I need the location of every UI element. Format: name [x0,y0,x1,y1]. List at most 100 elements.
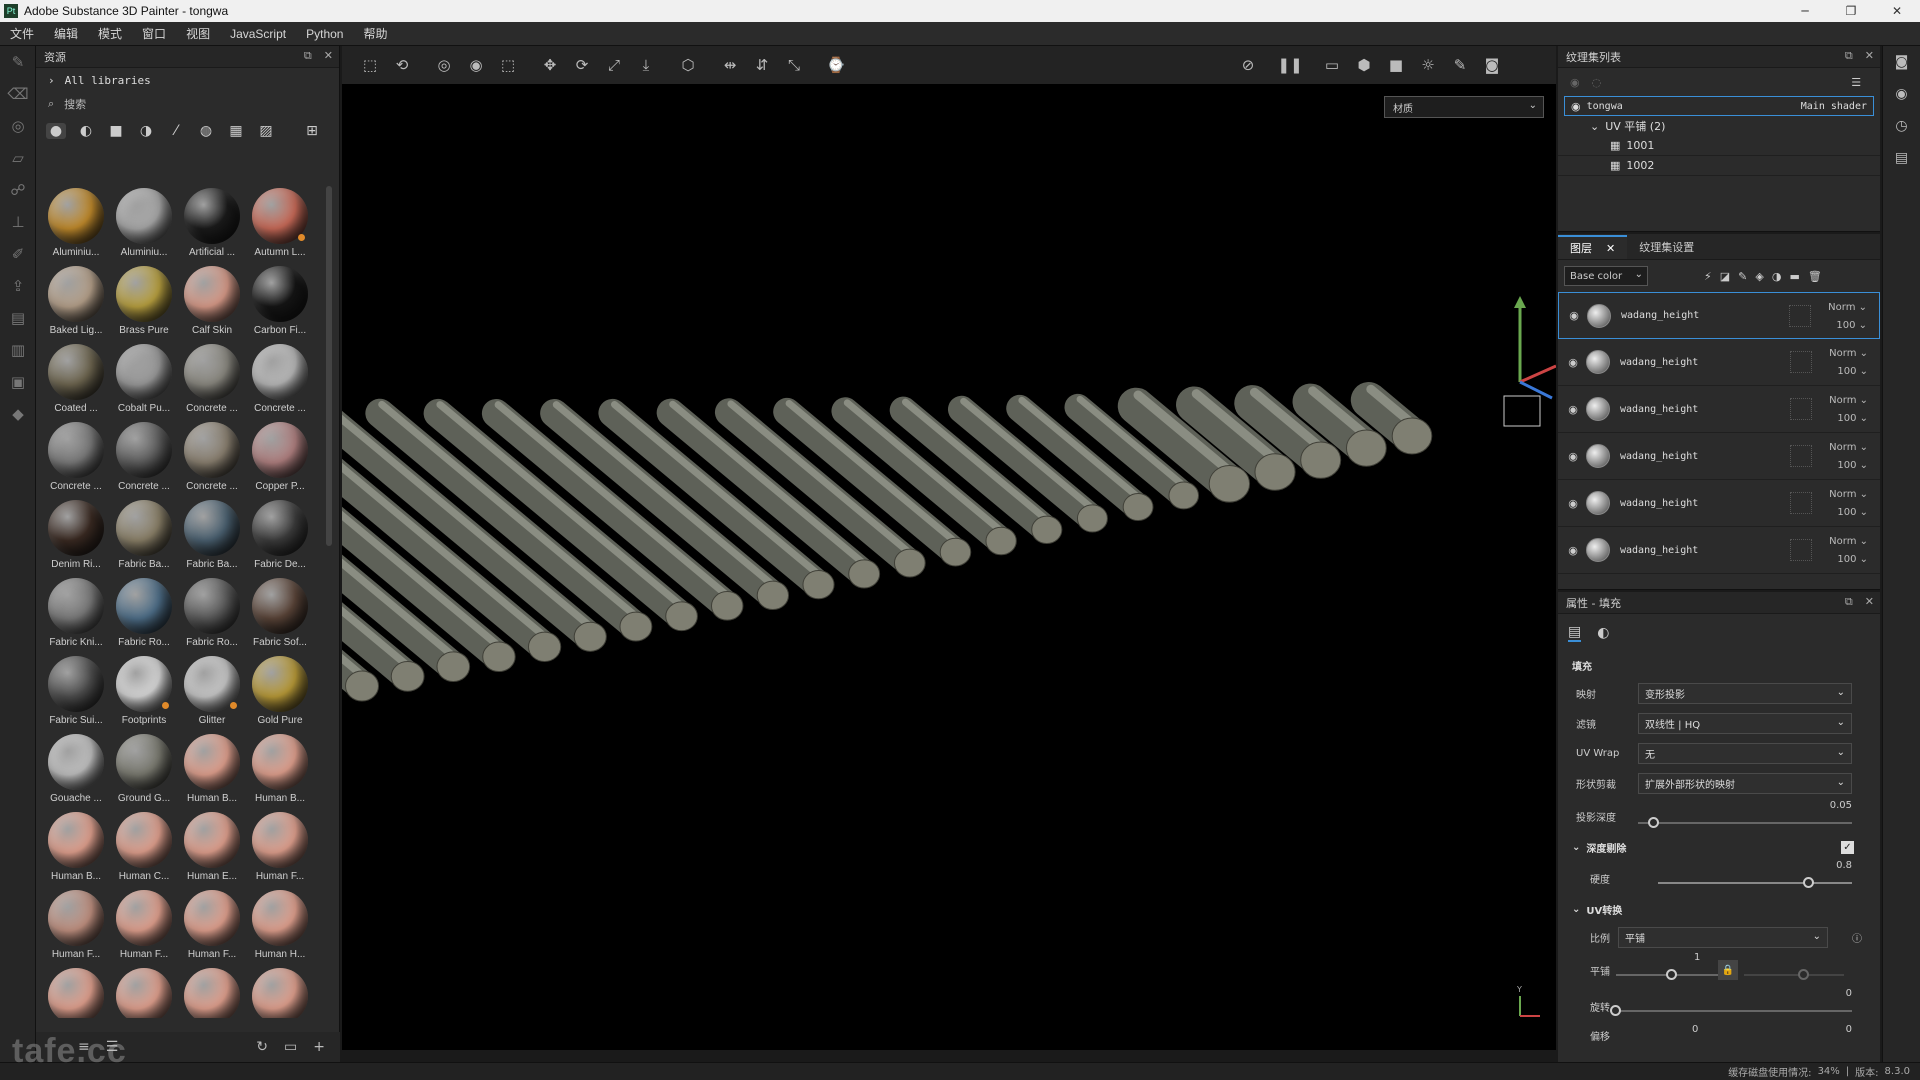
asset-tile[interactable]: Human H... [246,886,314,964]
occlusion-checkbox[interactable]: ✓ [1841,840,1854,854]
assets-shelf-icon[interactable]: ⇪ [0,270,36,302]
visibility-all-icon[interactable]: ◉ [1570,76,1580,89]
layer-row[interactable]: ◉ wadang_height Norm ⌄ 100 ⌄ [1558,339,1880,386]
viewer-settings-icon[interactable]: ◙ [1883,46,1920,78]
layer-mask-slot[interactable] [1790,492,1812,514]
menu-edit[interactable]: 编辑 [44,25,88,42]
menu-view[interactable]: 视图 [176,25,220,42]
layer-opacity[interactable]: 100 [1837,366,1856,377]
log-panel-icon[interactable]: ▤ [1883,142,1920,174]
paint-mode-icon[interactable]: ✎ [1444,56,1476,74]
list-options-icon[interactable]: ☰ [1851,76,1861,89]
pause-render-icon[interactable]: ❚❚ [1274,56,1306,74]
camera-orbit-icon[interactable]: ◎ [428,56,460,74]
asset-tile[interactable]: Calf Skin [178,262,246,340]
uv-tile-row[interactable]: ▦ 1002 [1558,156,1880,176]
asset-tile[interactable]: Aluminiu... [42,184,110,262]
close-panel-icon[interactable]: ✕ [1865,49,1874,63]
lock-icon[interactable]: 🔒 [1718,960,1738,980]
filter-textures-icon[interactable]: ▦ [226,123,246,139]
material-properties-icon[interactable]: ▤ [1568,624,1582,642]
layer-blend[interactable]: Norm ⌄ 100 ⌄ [1829,439,1868,475]
delete-layer-icon[interactable]: 🗑 [1808,270,1822,283]
add-effect-icon[interactable]: ⚡ [1704,270,1712,283]
layer-row[interactable]: ◉ wadang_height Norm ⌄ 100 ⌄ [1558,386,1880,433]
color-picker-icon[interactable]: ✐ [0,238,36,270]
asset-tile[interactable]: Human E... [178,808,246,886]
asset-tile[interactable]: Human F... [110,886,178,964]
asset-tile[interactable]: Carbon Fi... [246,262,314,340]
eye-icon[interactable]: ◉ [1571,100,1581,113]
projection-dropdown[interactable]: 变形投影 ⌄ [1638,682,1852,704]
camera-icon[interactable]: ■ [1380,56,1412,74]
texture-set-row[interactable]: ◉ tongwa Main shader [1564,96,1874,116]
polygon-fill-icon[interactable]: ▱ [0,142,36,174]
asset-tile[interactable]: Glitter [178,652,246,730]
asset-tile[interactable] [110,964,178,1018]
asset-tile[interactable]: Fabric De... [246,496,314,574]
layer-opacity[interactable]: 100 [1837,507,1856,518]
asset-tile[interactable]: Coated ... [42,340,110,418]
fill-properties-icon[interactable]: ◐ [1597,625,1609,641]
tiling-knob-v[interactable] [1798,969,1809,980]
asset-tile[interactable]: Fabric Ba... [178,496,246,574]
clone-stamp-icon[interactable]: ⊥ [0,206,36,238]
tab-texture-set-settings[interactable]: 纹理集设置 [1627,235,1706,259]
projection-depth-knob[interactable] [1648,817,1659,828]
maximize-button[interactable]: ❐ [1828,0,1874,22]
layer-blend[interactable]: Norm ⌄ 100 ⌄ [1829,392,1868,428]
3d-viewport[interactable]: ⬚ ⟲ ◎ ◉ ⬚ ✥ ⟳ ⤢ ⤓ ⬡ ⇹ ⇵ ⤡ ⌚ ⊘ ❚❚ ▭ ⬢ ■ ☼… [342,46,1556,1050]
layer-blend[interactable]: Norm ⌄ 100 ⌄ [1829,486,1868,522]
scale-mode-dropdown[interactable]: 平铺 ⌄ [1618,926,1828,948]
asset-tile[interactable]: Brass Pure [110,262,178,340]
blend-mode[interactable]: Norm [1828,302,1855,313]
projection-icon[interactable]: ◎ [0,110,36,142]
asset-tile[interactable]: Ground G... [110,730,178,808]
asset-tile[interactable]: Human F... [42,886,110,964]
library-breadcrumb[interactable]: › All libraries [36,68,339,92]
log-icon[interactable]: ▣ [0,366,36,398]
asset-tile[interactable]: Gold Pure [246,652,314,730]
shape-crop-dropdown[interactable]: 扩展外部形状的映射 ⌄ [1638,772,1852,794]
asset-tile[interactable]: Concrete ... [178,418,246,496]
view-3d-icon[interactable]: ⬢ [1348,56,1380,74]
add-smart-material-icon[interactable]: ◑ [1772,270,1782,283]
eye-icon[interactable]: ◉ [1562,356,1584,369]
info-icon[interactable]: ⓘ [1852,930,1862,945]
float-panel-icon[interactable]: ⧉ [1845,49,1853,63]
filter-smart-materials-icon[interactable]: ◐ [76,123,96,139]
filter-dropdown[interactable]: 双线性 | HQ ⌄ [1638,712,1852,734]
rotation-slider[interactable] [1616,1010,1852,1012]
asset-tile[interactable] [42,964,110,1018]
asset-tile[interactable]: Human F... [246,808,314,886]
select-tool-icon[interactable]: ⬚ [354,56,386,74]
symmetry-tool-icon[interactable]: ⟲ [386,56,418,74]
layer-mask-slot[interactable] [1790,398,1812,420]
blend-mode[interactable]: Norm [1829,395,1856,406]
layer-row[interactable]: ◉ wadang_height Norm ⌄ 100 ⌄ [1558,292,1880,339]
view-2d-icon[interactable]: ▭ [1316,56,1348,74]
asset-tile[interactable]: Human F... [178,886,246,964]
hide-all-icon[interactable]: ◌ [1592,76,1602,89]
layer-row[interactable]: ◉ wadang_height Norm ⌄ 100 ⌄ [1558,480,1880,527]
layer-row[interactable]: ◉ wadang_height Norm ⌄ 100 ⌄ [1558,433,1880,480]
close-panel-icon[interactable]: ✕ [1865,595,1874,609]
add-mask-icon[interactable]: ◪ [1720,270,1730,283]
hardness-knob[interactable] [1803,877,1814,888]
display-settings-icon[interactable]: ▥ [0,334,36,366]
layer-blend[interactable]: Norm ⌄ 100 ⌄ [1828,299,1867,335]
occlusion-section[interactable]: ⌄ 深度剔除 ✓ [1558,834,1880,860]
add-icon[interactable]: + [313,1039,325,1055]
uv-transform-section[interactable]: ⌄ UV转换 [1558,896,1880,922]
mirror-z-icon[interactable]: ⤡ [778,56,810,74]
layer-opacity[interactable]: 100 [1837,460,1856,471]
menu-window[interactable]: 窗口 [132,25,176,42]
eye-icon[interactable]: ◉ [1562,450,1584,463]
asset-tile[interactable] [178,964,246,1018]
paint-brush-icon[interactable]: ✎ [0,46,36,78]
uvwrap-dropdown[interactable]: 无 ⌄ [1638,742,1852,764]
asset-tile[interactable]: Concrete ... [246,340,314,418]
screenshot-icon[interactable]: ◙ [1476,56,1508,74]
asset-tile[interactable]: Fabric Ro... [178,574,246,652]
rotation-knob[interactable] [1610,1005,1621,1016]
